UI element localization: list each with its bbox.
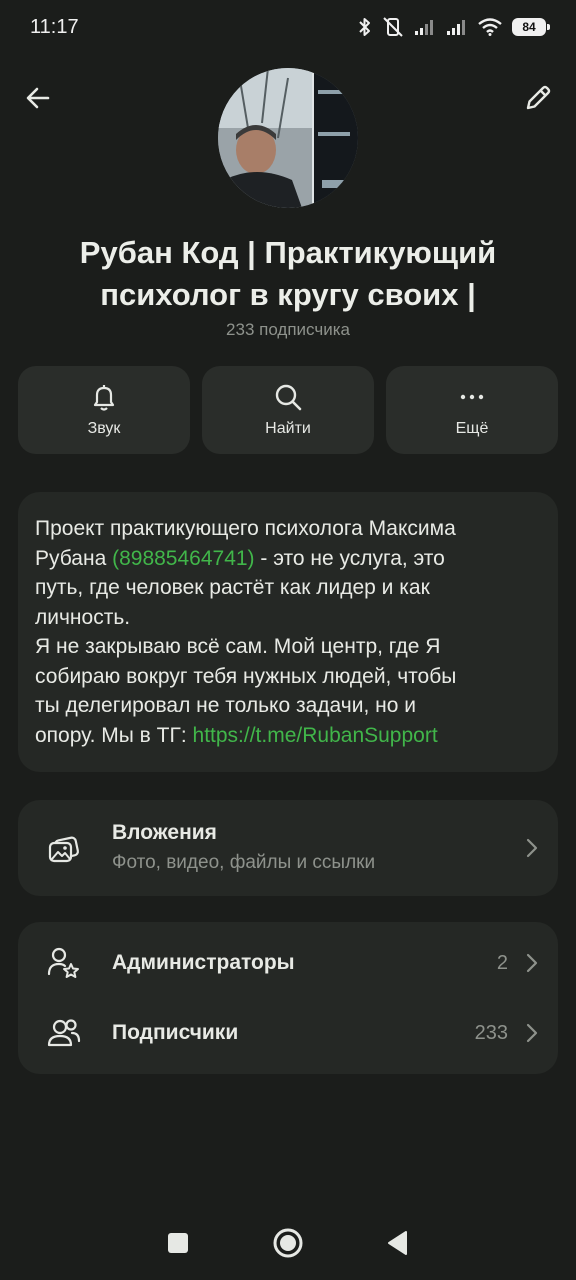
subscribers-label: Подписчики <box>112 1021 239 1044</box>
search-button-label: Найти <box>265 420 311 437</box>
description-line: путь, где человек растёт как лидер и как <box>35 576 430 599</box>
description-line: опору. Мы в ТГ: https://t.me/RubanSuppor… <box>35 721 540 751</box>
vibrate-off-icon <box>383 17 403 37</box>
chevron-right-icon <box>526 1023 538 1043</box>
avatar-image <box>218 68 358 208</box>
status-icons: 84 <box>358 17 550 37</box>
action-row: Звук Найти Ещё <box>18 366 558 454</box>
more-button-label: Ещё <box>455 420 489 437</box>
signal-icon-1 <box>415 20 433 35</box>
search-icon <box>275 384 302 411</box>
battery-level: 84 <box>522 20 536 34</box>
description-line: собираю вокруг тебя нужных людей, чтобы <box>35 664 457 688</box>
status-time: 11:17 <box>30 15 79 38</box>
more-icon <box>460 394 484 400</box>
attachments-title: Вложения <box>112 821 217 844</box>
description-line: Проект практикующего психолога Максима <box>35 517 456 540</box>
admins-count: 2 <box>496 951 508 974</box>
more-button[interactable]: Ещё <box>386 366 558 454</box>
channel-avatar[interactable] <box>218 68 358 208</box>
attachments-card: Вложения Фото, видео, файлы и ссылки <box>18 800 558 896</box>
admins-row[interactable]: Администраторы 2 <box>18 928 558 998</box>
recents-button[interactable] <box>166 1231 190 1255</box>
back-button[interactable] <box>18 78 58 118</box>
description-line: Рубана (89885464741) - это не услуга, эт… <box>35 544 540 574</box>
admin-star-icon <box>46 945 82 981</box>
description-line: Я не закрываю всё сам. Мой центр, где Я <box>35 635 441 658</box>
battery-indicator: 84 <box>512 18 550 36</box>
sound-button[interactable]: Звук <box>18 366 190 454</box>
chevron-right-icon <box>526 953 538 973</box>
description-text: Рубана <box>35 546 113 570</box>
admins-label: Администраторы <box>112 951 295 974</box>
attachments-subtitle: Фото, видео, файлы и ссылки <box>112 852 376 873</box>
description-line: ты делегировал не только задачи, но и <box>35 694 416 717</box>
users-icon <box>46 1015 82 1051</box>
status-bar: 11:17 84 <box>0 0 576 54</box>
channel-title-line2: психолог в кругу своих | <box>100 277 476 312</box>
search-button[interactable]: Найти <box>202 366 374 454</box>
gallery-icon <box>46 830 82 866</box>
wifi-icon <box>478 18 502 36</box>
bell-icon <box>93 385 115 411</box>
description-text: - это не услуга, это <box>254 546 445 570</box>
channel-description: Проект практикующего психолога Максима Р… <box>18 492 558 772</box>
edit-button[interactable] <box>518 78 558 118</box>
description-line: личность. <box>35 605 131 629</box>
members-card: Администраторы 2 Подписчики 233 <box>18 922 558 1074</box>
chevron-right-icon <box>526 838 538 858</box>
channel-title-line1: Рубан Код | Практикующий <box>79 235 497 270</box>
signal-icon-2 <box>447 20 465 35</box>
telegram-link[interactable]: https://t.me/RubanSupport <box>193 724 438 747</box>
arrow-left-icon <box>26 87 50 109</box>
subscriber-count-text: 233 подписчика <box>226 320 350 339</box>
sound-button-label: Звук <box>87 420 121 437</box>
subscribers-row[interactable]: Подписчики 233 <box>18 998 558 1068</box>
description-text: опору. Мы в ТГ: <box>35 723 193 747</box>
phone-link[interactable]: (89885464741) <box>112 547 254 570</box>
channel-title: Рубан Код | Практикующий психолог в круг… <box>30 232 546 316</box>
home-button[interactable] <box>272 1227 304 1259</box>
pencil-icon <box>526 85 551 110</box>
bluetooth-icon <box>359 18 370 36</box>
system-nav-bar <box>0 1206 576 1280</box>
subscribers-count: 233 <box>474 1021 508 1044</box>
attachments-row[interactable]: Вложения Фото, видео, файлы и ссылки <box>18 800 558 896</box>
back-nav-button[interactable] <box>386 1230 410 1256</box>
